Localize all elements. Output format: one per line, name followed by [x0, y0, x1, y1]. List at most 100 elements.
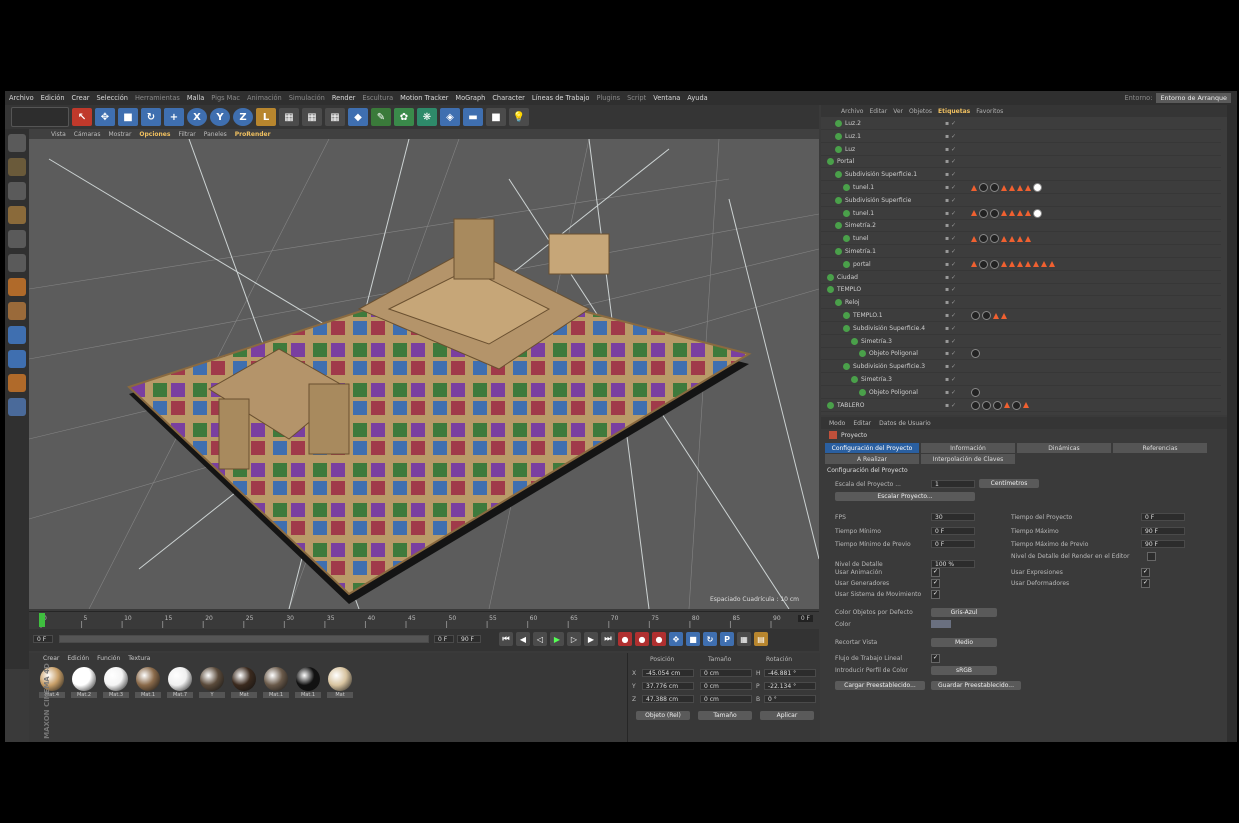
texture-tag-icon[interactable] [1033, 183, 1042, 192]
object-name[interactable]: tunel.1 [853, 184, 874, 191]
menu-malla[interactable]: Malla [187, 94, 204, 102]
object-row[interactable]: Objeto Poligonal ▪ ✓ [821, 348, 1221, 361]
visibility-flags-icon[interactable]: ▪ ✓ [945, 184, 956, 191]
material-tag-icon[interactable] [971, 210, 977, 217]
visibility-flags-icon[interactable]: ▪ ✓ [945, 376, 956, 383]
render-picture-icon[interactable]: ▦ [302, 108, 322, 126]
material-tag-icon[interactable] [1009, 184, 1015, 191]
scale-field[interactable]: 1 [931, 480, 975, 488]
next-frame-icon[interactable]: ▷ [567, 632, 581, 646]
material-tag-icon[interactable] [1049, 261, 1055, 268]
object-name[interactable]: TEMPLO.1 [853, 312, 883, 319]
vp-menu-opciones[interactable]: Opciones [139, 131, 170, 138]
attr-right-field[interactable]: 90 F [1141, 526, 1185, 535]
object-row[interactable]: Subdivisión Superficie.3 ▪ ✓ [821, 361, 1221, 374]
material-tag-icon[interactable] [1017, 235, 1023, 242]
object-name[interactable]: Objeto Poligonal [869, 350, 918, 357]
shader-tag-icon[interactable] [971, 400, 980, 410]
om-menu-objetos[interactable]: Objetos [909, 108, 932, 115]
visibility-flags-icon[interactable]: ▪ ✓ [945, 133, 956, 140]
floor-icon[interactable]: ▬ [463, 108, 483, 126]
render-detail-checkbox[interactable] [1147, 552, 1156, 561]
object-name[interactable]: Objeto Poligonal [869, 389, 918, 396]
object-name[interactable]: TEMPLO [837, 286, 861, 293]
menu-plugins[interactable]: Plugins [596, 94, 620, 102]
add-object-icon[interactable]: + [164, 108, 184, 126]
visibility-flags-icon[interactable]: ▪ ✓ [945, 248, 956, 255]
mat-menu-edicion[interactable]: Edición [67, 655, 89, 662]
visibility-flags-icon[interactable]: ▪ ✓ [945, 261, 956, 268]
axis-mode-icon[interactable] [8, 302, 26, 320]
material-item[interactable]: Mat [327, 667, 353, 701]
menu-render[interactable]: Render [332, 94, 355, 102]
material-tag-icon[interactable] [1025, 261, 1031, 268]
vp-menu-vista[interactable]: Vista [51, 131, 66, 138]
object-name[interactable]: Simetría.3 [861, 376, 892, 383]
next-key-icon[interactable]: ▶ [584, 632, 598, 646]
shader-tag-icon[interactable] [979, 208, 988, 218]
material-tag-icon[interactable] [1001, 210, 1007, 217]
visibility-flags-icon[interactable]: ▪ ✓ [945, 274, 956, 281]
layout-dropdown[interactable]: Entorno de Arranque [1156, 93, 1231, 103]
visibility-flags-icon[interactable]: ▪ ✓ [945, 158, 956, 165]
material-tag-icon[interactable] [1001, 184, 1007, 191]
material-tag-icon[interactable] [1001, 235, 1007, 242]
tab-a-realizar[interactable]: A Realizar [825, 454, 919, 464]
visibility-flags-icon[interactable]: ▪ ✓ [945, 222, 956, 229]
material-item[interactable]: Mat.1 [263, 667, 289, 701]
menu-seleccion[interactable]: Selección [97, 94, 128, 102]
check-left-box[interactable]: ✓ [931, 579, 940, 588]
tab-informacion[interactable]: Información [921, 443, 1015, 453]
visibility-flags-icon[interactable]: ▪ ✓ [945, 171, 956, 178]
coord-size-field[interactable]: 0 cm [700, 682, 752, 690]
coord-position-field[interactable]: 47.388 cm [642, 695, 694, 703]
material-tag-icon[interactable] [1025, 184, 1031, 191]
rotate-icon[interactable]: ↻ [141, 108, 161, 126]
object-name[interactable]: Subdivisión Superficie.1 [845, 171, 917, 178]
menu-simulacion[interactable]: Simulación [289, 94, 325, 102]
go-end-icon[interactable]: ⏭ [601, 632, 615, 646]
z-axis-icon[interactable]: Z [233, 108, 253, 126]
material-tag-icon[interactable] [1009, 210, 1015, 217]
polygons-mode-icon[interactable] [8, 278, 26, 296]
visibility-flags-icon[interactable]: ▪ ✓ [945, 402, 956, 409]
material-tag-icon[interactable] [971, 235, 977, 242]
material-tag-icon[interactable] [1017, 210, 1023, 217]
coord-size-field[interactable]: 0 cm [700, 669, 752, 677]
mat-menu-crear[interactable]: Crear [43, 655, 59, 662]
profile-dropdown[interactable]: sRGB [931, 666, 997, 675]
render-settings-icon[interactable]: ▦ [325, 108, 345, 126]
object-row[interactable]: portal ▪ ✓ [821, 259, 1221, 271]
subdivision-icon[interactable]: ✿ [394, 108, 414, 126]
edges-mode-icon[interactable] [8, 254, 26, 272]
material-tag-icon[interactable] [1004, 402, 1010, 409]
coord-mode-dropdown[interactable]: Objeto (Rel) [636, 711, 690, 720]
pen-icon[interactable]: ✎ [371, 108, 391, 126]
autokey-icon[interactable]: ● [635, 632, 649, 646]
material-item[interactable]: Mat.3 [103, 667, 129, 701]
deformer-icon[interactable]: ◈ [440, 108, 460, 126]
menu-animacion[interactable]: Animación [247, 94, 282, 102]
visibility-flags-icon[interactable]: ▪ ✓ [945, 338, 956, 345]
visibility-flags-icon[interactable]: ▪ ✓ [945, 197, 956, 204]
om-menu-ver[interactable]: Ver [893, 108, 903, 115]
attr-left-field[interactable]: 0 F [931, 526, 975, 535]
coord-size-dropdown[interactable]: Tamaño [698, 711, 752, 720]
material-item[interactable]: Mat.1 [135, 667, 161, 701]
object-name[interactable]: Simetría.1 [845, 248, 876, 255]
material-tag-icon[interactable] [1025, 210, 1031, 217]
range-end-field[interactable]: 90 F [457, 635, 481, 643]
material-tag-icon[interactable] [993, 312, 999, 319]
menu-character[interactable]: Character [492, 94, 525, 102]
visibility-flags-icon[interactable]: ▪ ✓ [945, 389, 956, 396]
object-row[interactable]: Subdivisión Superficie.4 ▪ ✓ [821, 323, 1221, 335]
material-tag-icon[interactable] [1025, 235, 1031, 242]
material-item[interactable]: Mat [231, 667, 257, 701]
check-right-box[interactable]: ✓ [1141, 579, 1150, 588]
key-param-icon[interactable]: P [720, 632, 734, 646]
menu-ayuda[interactable]: Ayuda [687, 94, 707, 102]
y-axis-icon[interactable]: Y [210, 108, 230, 126]
material-tag-icon[interactable] [1017, 184, 1023, 191]
object-row[interactable]: tunel.1 ▪ ✓ [821, 182, 1221, 194]
clip-dropdown[interactable]: Medio [931, 638, 997, 647]
